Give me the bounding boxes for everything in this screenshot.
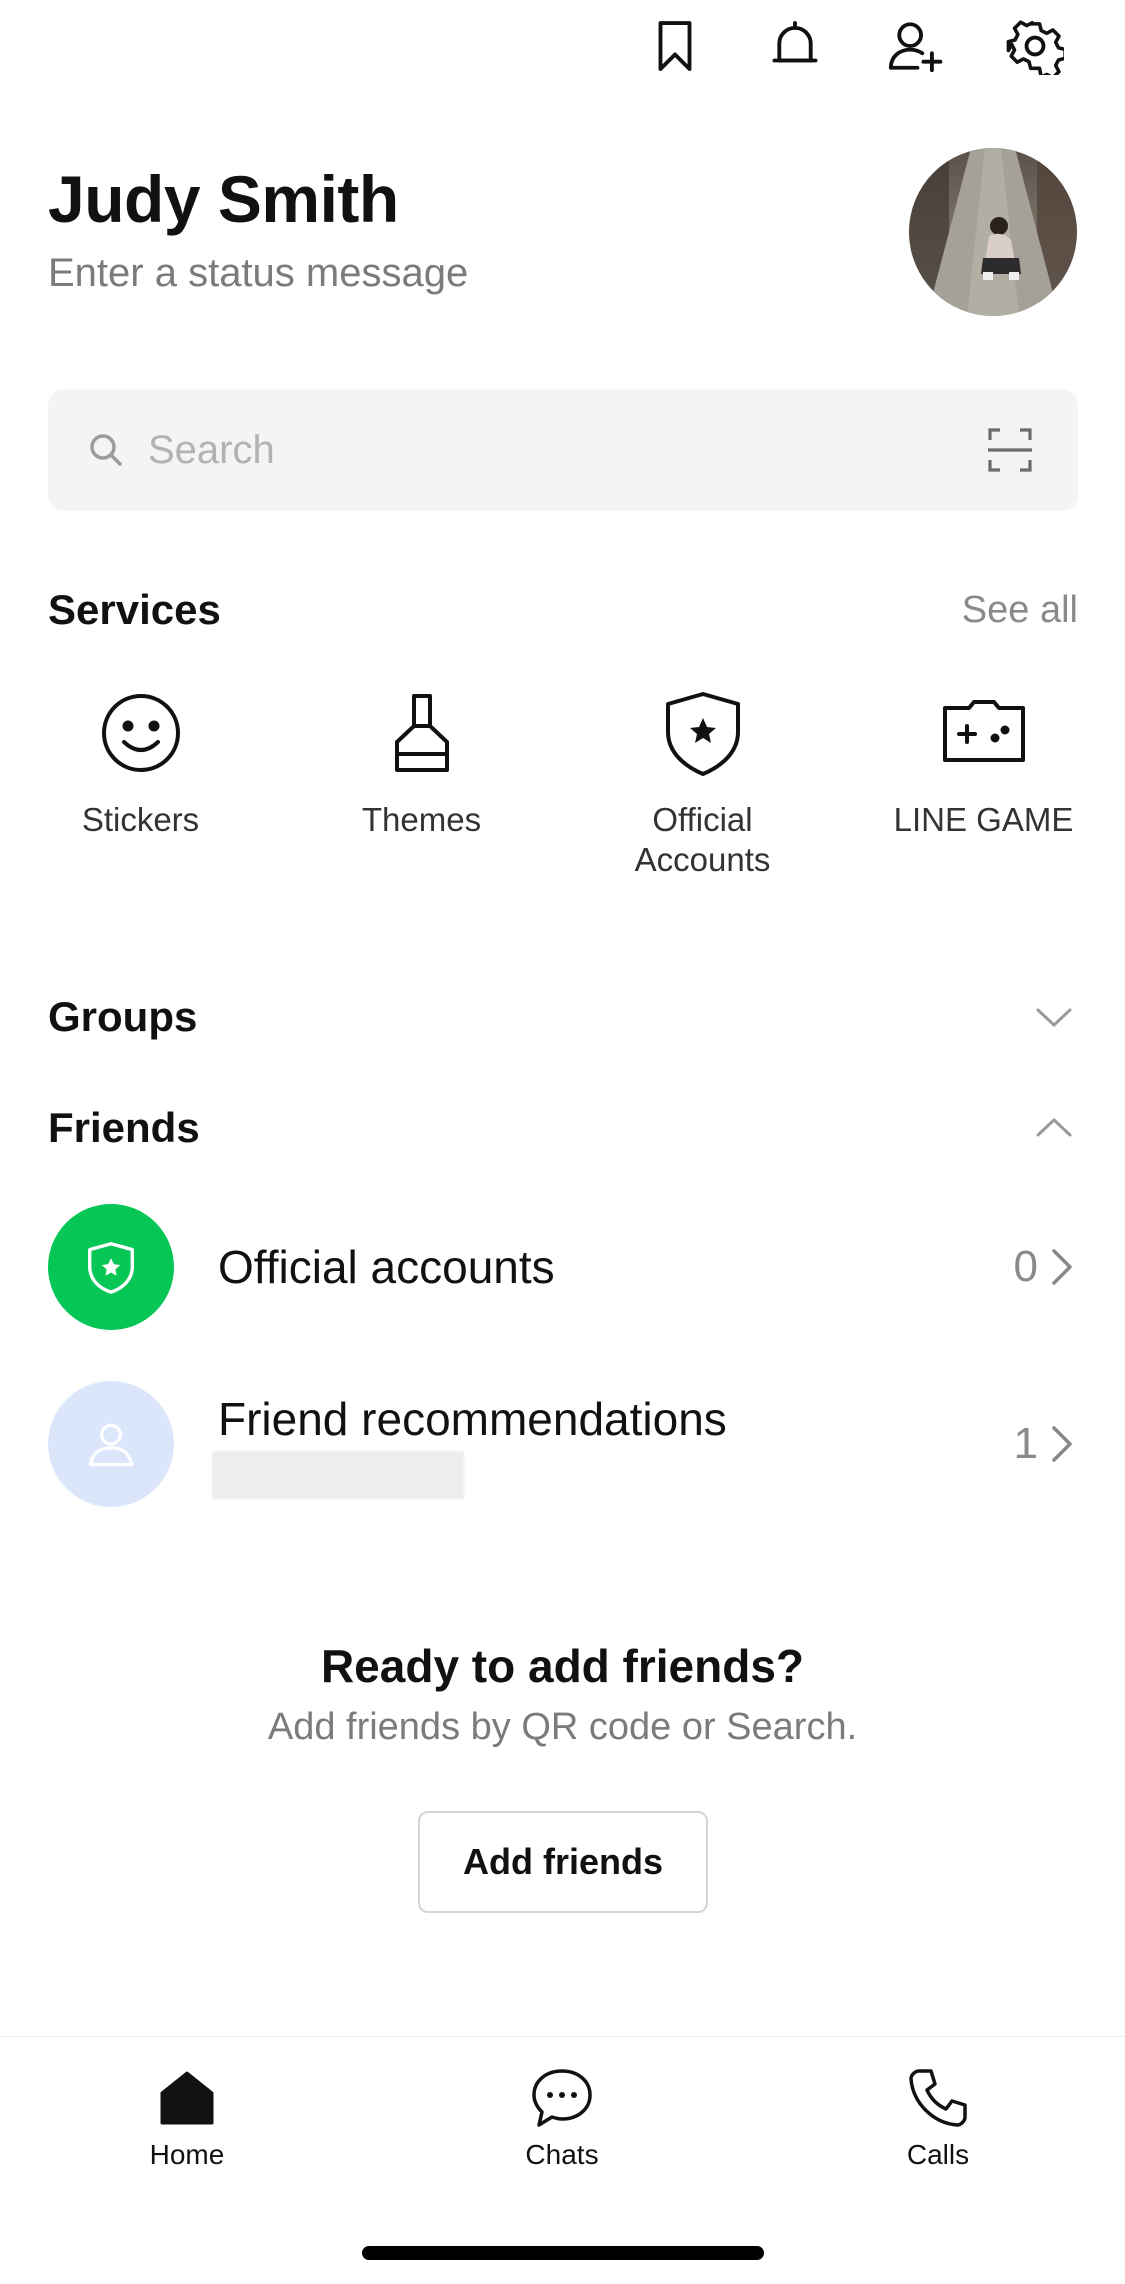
friend-recommendations-avatar [48,1381,174,1507]
bell-icon[interactable] [735,14,855,78]
official-accounts-avatar [48,1204,174,1330]
services-grid: Stickers Themes Official Accounts LINE G… [0,688,1125,880]
profile-header: Judy Smith Enter a status message [48,160,868,298]
shield-star-icon [88,1242,134,1294]
empty-state: Ready to add friends? Add friends by QR … [0,1636,1125,1752]
chat-bubble-icon [532,2069,592,2127]
friend-row-label: Official accounts [218,1241,555,1293]
tab-label: Chats [525,2139,599,2170]
chevron-down-icon[interactable] [1030,993,1078,1041]
game-controller-icon [942,700,1025,762]
friends-title: Friends [48,1104,200,1151]
service-themes[interactable]: Themes [281,688,562,880]
friend-row-count: 0 [1013,1242,1038,1291]
home-indicator [362,2246,764,2260]
tab-chats[interactable]: Chats [452,2065,672,2171]
service-label: Themes [361,801,482,838]
tab-label: Home [149,2139,225,2170]
qr-scan-icon[interactable] [980,420,1040,480]
groups-header[interactable]: Groups [48,993,1078,1041]
service-label: Stickers [81,801,200,838]
service-line-game[interactable]: LINE GAME [843,688,1124,880]
official-accounts-row[interactable]: Official accounts 0 [48,1204,1078,1330]
search-icon [90,434,122,466]
tab-label: Calls [906,2139,970,2170]
person-icon [88,1423,134,1467]
friends-header[interactable]: Friends [48,1104,1078,1152]
tab-calls[interactable]: Calls [828,2065,1048,2171]
chevron-right-icon [1052,1249,1072,1285]
service-stickers[interactable]: Stickers [0,688,281,880]
phone-icon [909,2069,967,2127]
top-bar [615,14,1095,78]
gear-icon[interactable] [975,14,1095,78]
service-label: Official Accounts [634,801,771,878]
groups-title: Groups [48,993,198,1040]
friend-recommendations-row[interactable]: Friend recommendations 1 [48,1381,1078,1507]
profile-name[interactable]: Judy Smith [48,160,868,238]
search-bar[interactable] [48,389,1078,511]
service-label: LINE GAME [893,801,1074,838]
see-all-link[interactable]: See all [962,589,1078,632]
search-input[interactable] [148,427,980,473]
add-friends-button[interactable]: Add friends [418,1811,708,1913]
profile-photo [909,148,1077,316]
bookmark-icon[interactable] [615,14,735,78]
empty-state-subtitle: Add friends by QR code or Search. [267,1706,858,1748]
redacted-preview [212,1451,464,1499]
services-title: Services [48,586,221,633]
home-icon [160,2071,214,2125]
service-official-accounts[interactable]: Official Accounts [562,688,843,880]
status-message[interactable]: Enter a status message [48,248,868,298]
paint-brush-icon [394,694,449,772]
avatar[interactable] [909,148,1077,316]
chevron-right-icon [1052,1426,1072,1462]
empty-state-title: Ready to add friends? [320,1640,805,1692]
services-header: Services See all [48,586,1078,634]
friend-row-count: 1 [1013,1419,1038,1468]
smiley-icon [101,694,180,772]
chevron-up-icon[interactable] [1030,1104,1078,1152]
shield-star-icon [665,692,740,776]
add-friend-icon[interactable] [855,14,975,78]
tab-home[interactable]: Home [77,2065,297,2171]
friend-row-label: Friend recommendations [218,1393,727,1445]
